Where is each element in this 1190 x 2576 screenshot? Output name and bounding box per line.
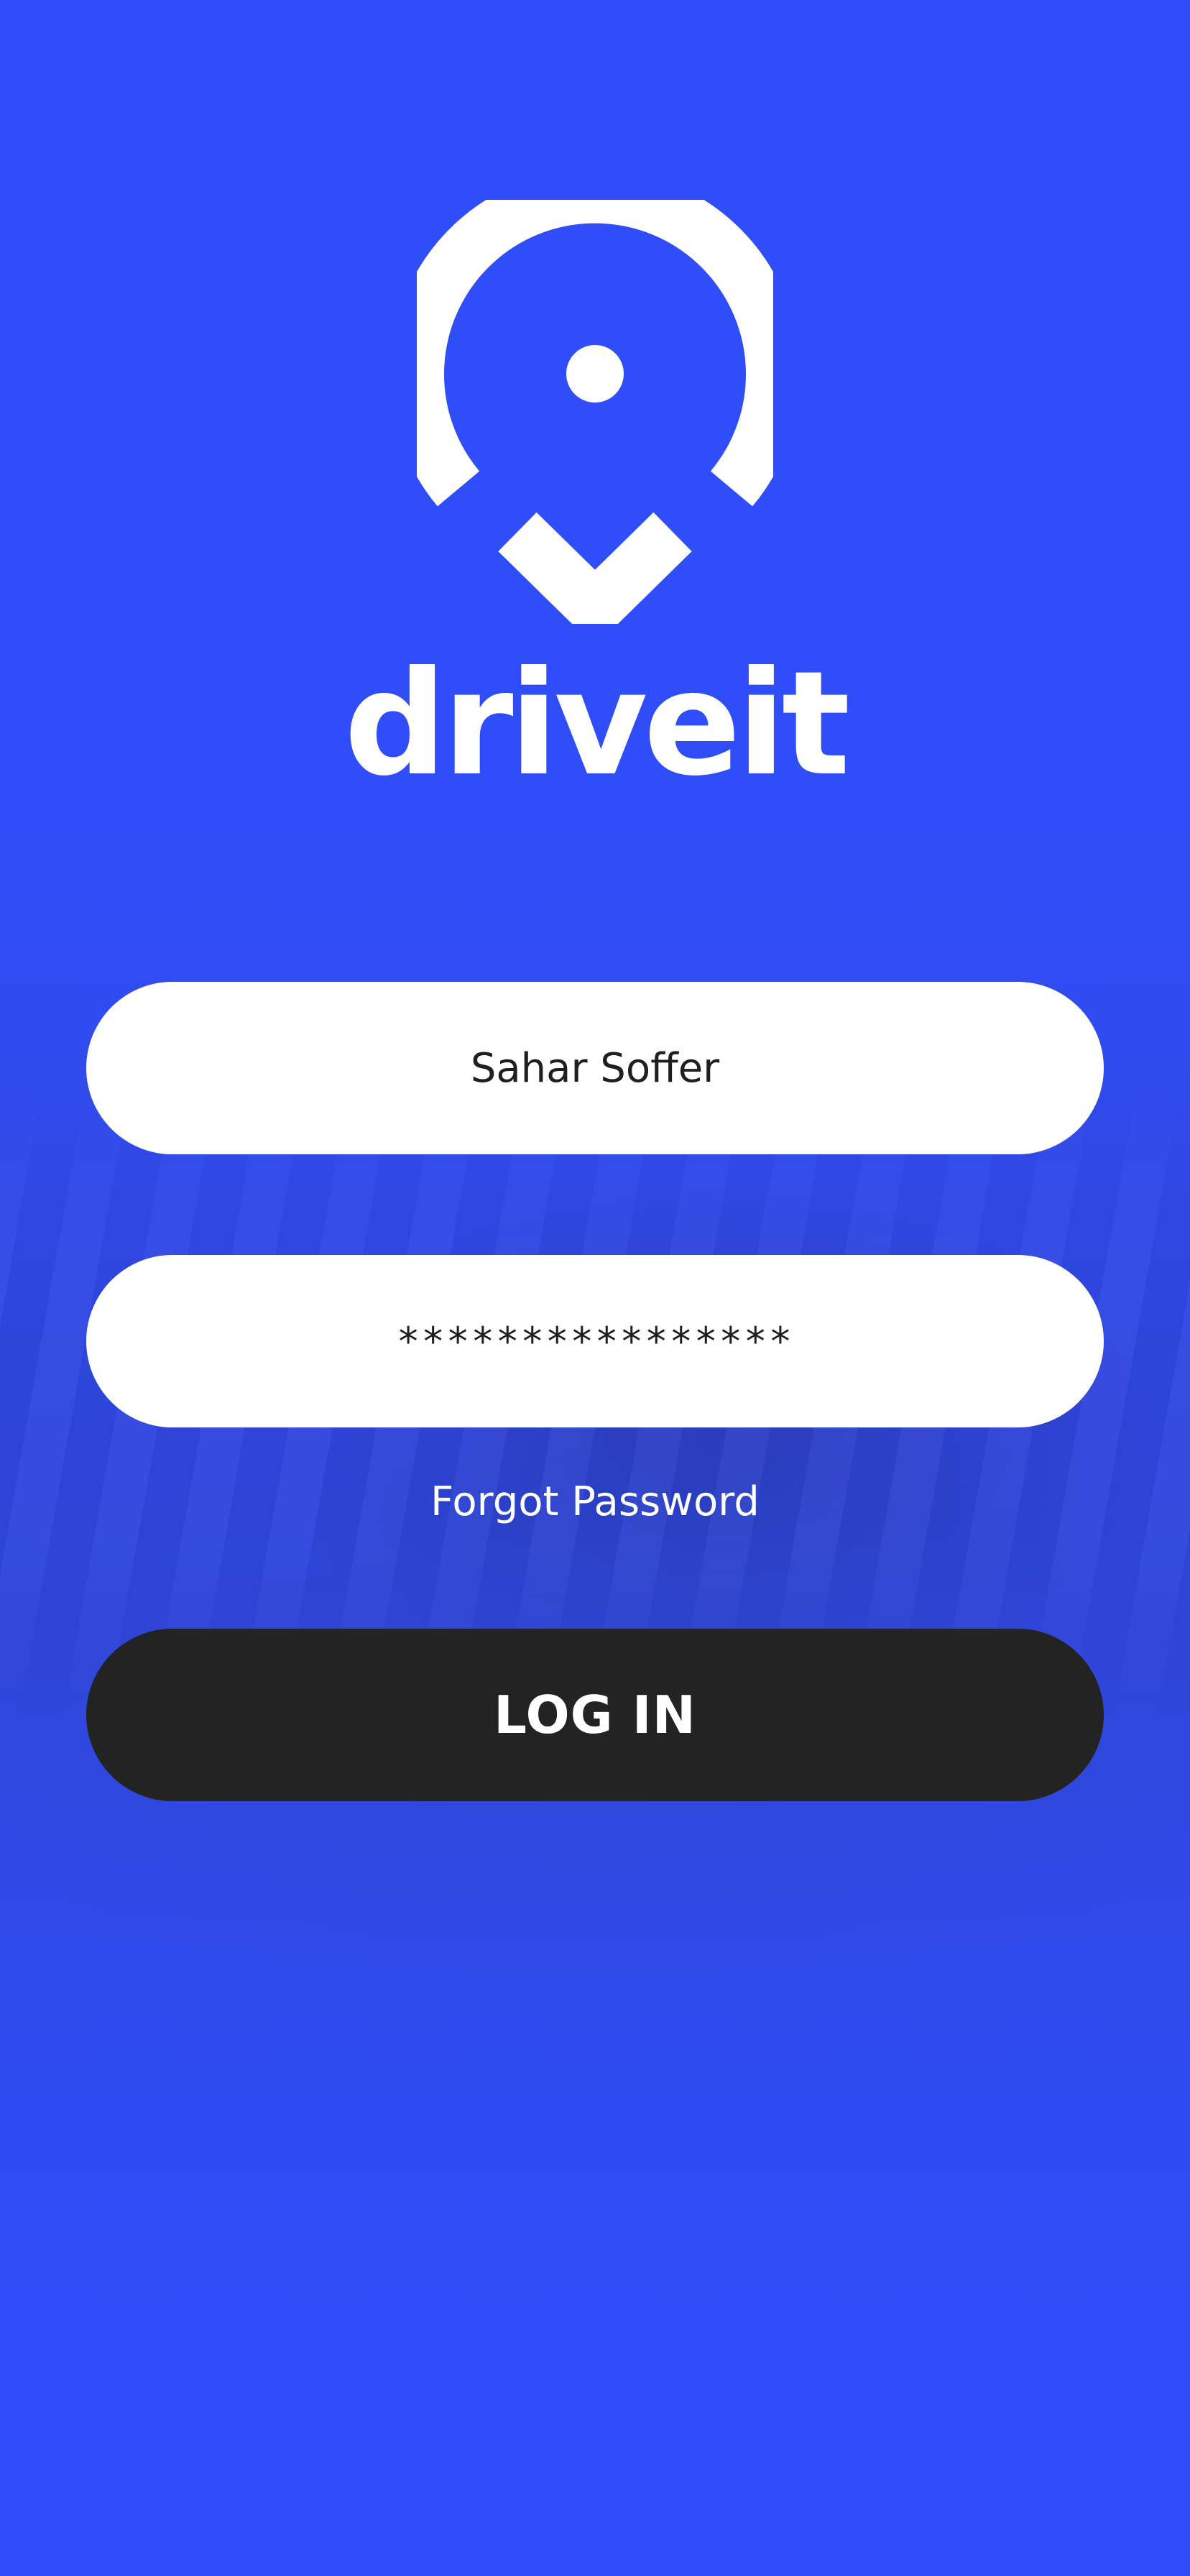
forgot-password-link[interactable]: Forgot Password [0,1473,1190,1531]
username-field[interactable] [86,982,1104,1154]
password-field[interactable] [86,1255,1104,1427]
login-button[interactable]: LOG IN [86,1629,1104,1801]
driveit-logo-icon [417,200,773,624]
app-name-wordmark: driveit [343,640,851,808]
